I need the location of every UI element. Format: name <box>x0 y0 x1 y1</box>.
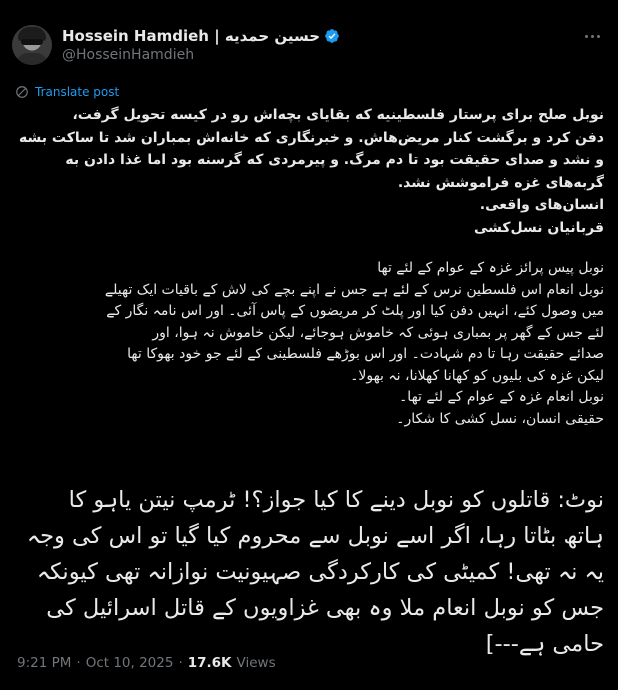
more-dot-icon <box>596 34 600 38</box>
views-count: 17.6K <box>187 655 232 671</box>
author-handle[interactable]: @HosseinHamdieh <box>62 47 194 63</box>
persian-line: گربه‌های غزه فراموشش نشد. <box>397 174 604 191</box>
urdu-line: نوبل انعام اس فلسطین نرس کے لئے ہے جس نے… <box>104 281 604 298</box>
note-line: نوٹ: قاتلوں کو نوبل دینے کا کیا جواز؟! ٹ… <box>68 487 604 513</box>
tweet: Hossein Hamdieh | حسین حمدیه @HosseinHam… <box>0 0 618 690</box>
urdu-line: نوبل انعام غزہ کے عوام کے لئے تھا۔ <box>399 389 604 405</box>
translate-post-label[interactable]: Translate post <box>35 85 119 99</box>
views-label: Views <box>236 655 276 671</box>
persian-text: نوبل صلح برای پرستار فلسطینیه که بقایای … <box>14 104 604 239</box>
avatar[interactable] <box>12 25 52 65</box>
tweet-meta: 9:21 PM · Oct 10, 2025 · 17.6K Views <box>17 655 276 671</box>
post-date[interactable]: Oct 10, 2025 <box>86 655 174 671</box>
persian-line: نوبل صلح برای پرستار فلسطینیه که بقایای … <box>72 107 604 123</box>
urdu-line: لئے جس کے گھر پر بمباری ہوئی کہ خاموش ہو… <box>152 324 604 341</box>
persian-line: و نشد و صدای حقیقت بود تا دم مرگ. و پیرم… <box>65 152 604 168</box>
more-dot-icon <box>584 34 588 38</box>
persian-line: انسان‌های واقعی. <box>479 197 604 213</box>
urdu-line: صدائے حقیقت رہا تا دم شہادت۔ اور اس بوڑھ… <box>127 346 604 362</box>
more-options-button[interactable] <box>580 26 604 46</box>
author-name-row[interactable]: Hossein Hamdieh | حسین حمدیه <box>62 27 340 45</box>
note-line: جس کو نوبل انعام ملا وہ بھی غزاویوں کے ق… <box>46 595 604 621</box>
note-line: ہاتھ بٹاتا رہا، اگر اسے نوبل سے محروم کی… <box>26 523 604 549</box>
avatar-body <box>16 53 48 65</box>
translate-icon <box>16 86 28 98</box>
meta-separator: · <box>76 655 81 671</box>
avatar-glasses <box>21 39 43 45</box>
meta-separator: · <box>178 655 183 671</box>
urdu-line: نوبل پیس پرائز غزہ کے عوام کے لئے تھا <box>377 260 604 276</box>
note-line: یہ نہ تھی! کمیٹی کی کارکردگی صہیونیت نوا… <box>36 559 604 585</box>
verified-badge-icon <box>325 29 339 43</box>
author-display-name[interactable]: Hossein Hamdieh | حسین حمدیه <box>62 27 320 45</box>
post-time[interactable]: 9:21 PM <box>17 655 71 671</box>
persian-line: قربانیان نسل‌کشی <box>474 219 604 236</box>
persian-line: دفن کرد و برگشت کنار مریض‌هاش. و خبرنگار… <box>19 129 604 146</box>
urdu-line: میں وصول کئے، انہیں دفن کیا اور پلٹ کر م… <box>106 303 604 319</box>
translate-post-link[interactable]: Translate post <box>15 85 119 99</box>
note-text: نوٹ: قاتلوں کو نوبل دینے کا کیا جواز؟! ٹ… <box>14 482 604 662</box>
more-dot-icon <box>590 34 594 38</box>
urdu-text: نوبل پیس پرائز غزہ کے عوام کے لئے تھا نو… <box>14 258 604 430</box>
urdu-line: لیکن غزہ کی بلیوں کو کھانا کھلانا، نہ بھ… <box>350 367 604 384</box>
urdu-line: حقیقی انسان، نسل کشی کا شکار۔ <box>396 410 604 427</box>
